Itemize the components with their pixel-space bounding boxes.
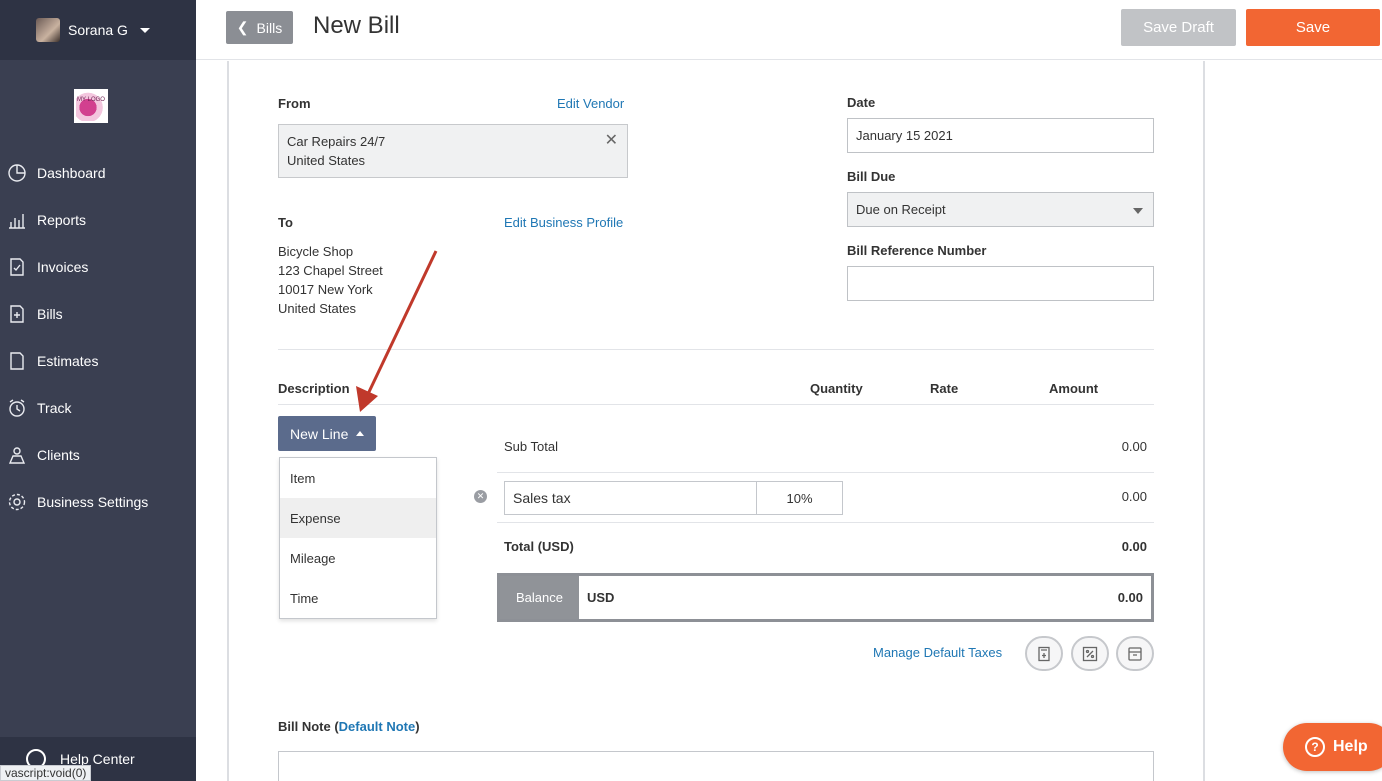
- edit-vendor-link[interactable]: Edit Vendor: [557, 96, 624, 111]
- chevron-down-icon: [139, 27, 150, 33]
- balance-currency: USD: [587, 590, 615, 605]
- dashboard-icon: [7, 163, 27, 183]
- back-to-bills-button[interactable]: ❮ Bills: [226, 11, 293, 44]
- menu-item-expense[interactable]: Expense: [280, 498, 436, 538]
- company-logo: MY LOGO: [74, 89, 108, 123]
- bills-icon: [7, 304, 27, 324]
- estimates-icon: [7, 351, 27, 371]
- menu-item-time[interactable]: Time: [280, 578, 436, 618]
- clients-icon: [7, 445, 27, 465]
- bill-due-select[interactable]: Due on Receipt: [847, 192, 1154, 227]
- browser-status-bar: vascript:void(0): [0, 765, 92, 781]
- balance-label: Balance: [500, 576, 579, 619]
- sidebar-item-dashboard[interactable]: Dashboard: [0, 149, 196, 196]
- column-rate: Rate: [930, 381, 959, 396]
- calculator-icon: [1038, 646, 1050, 661]
- avatar: [36, 18, 60, 42]
- discount-button[interactable]: [1071, 636, 1109, 671]
- sidebar-item-bills[interactable]: Bills: [0, 290, 196, 337]
- percent-icon: [1082, 646, 1098, 661]
- sidebar-item-invoices[interactable]: Invoices: [0, 243, 196, 290]
- chevron-down-icon: [1133, 208, 1143, 214]
- company-logo-image: MY LOGO: [76, 91, 106, 121]
- edit-business-profile-link[interactable]: Edit Business Profile: [504, 215, 623, 230]
- menu-item-mileage[interactable]: Mileage: [280, 538, 436, 578]
- bill-reference-input[interactable]: [847, 266, 1154, 301]
- tax-name-input[interactable]: Sales tax: [504, 481, 757, 515]
- bill-note-label: Bill Note (Default Note): [278, 719, 420, 734]
- sidebar-item-label: Clients: [37, 446, 80, 463]
- tax-value: 0.00: [1121, 489, 1147, 504]
- sidebar-item-label: Reports: [37, 211, 87, 228]
- manage-default-taxes-link[interactable]: Manage Default Taxes: [873, 645, 1002, 660]
- balance-box: Balance USD 0.00: [497, 573, 1154, 622]
- date-field[interactable]: January 15 2021: [847, 118, 1154, 153]
- subtotal-label: Sub Total: [504, 439, 558, 454]
- remove-tax-icon[interactable]: ✕: [474, 490, 487, 503]
- page-title: New Bill: [313, 12, 400, 39]
- new-line-menu: Item Expense Mileage Time: [279, 457, 437, 619]
- to-label: To: [278, 215, 293, 230]
- sidebar-nav: Dashboard Reports Invoices Bills Estimat…: [0, 149, 196, 525]
- shipping-button[interactable]: [1116, 636, 1154, 671]
- help-button[interactable]: ? Help: [1283, 723, 1382, 771]
- track-icon: [7, 398, 27, 418]
- sidebar-item-estimates[interactable]: Estimates: [0, 337, 196, 384]
- column-quantity: Quantity: [810, 381, 863, 396]
- sidebar-item-reports[interactable]: Reports: [0, 196, 196, 243]
- settings-icon: [7, 492, 27, 512]
- default-note-link[interactable]: Default Note: [339, 719, 416, 734]
- column-amount: Amount: [1049, 381, 1099, 396]
- balance-value: 0.00: [1117, 590, 1143, 605]
- sidebar-item-label: Estimates: [37, 352, 99, 369]
- sidebar-item-business-settings[interactable]: Business Settings: [0, 478, 196, 525]
- close-icon[interactable]: ✕: [605, 131, 618, 150]
- annotation-arrow: [356, 250, 438, 412]
- bill-note-input[interactable]: [278, 751, 1154, 781]
- user-menu[interactable]: Sorana G: [0, 0, 196, 60]
- caret-up-icon: [356, 431, 365, 436]
- column-description: Description: [278, 381, 350, 396]
- sidebar: Sorana G MY LOGO Dashboard Reports Invoi…: [0, 0, 196, 781]
- user-name: Sorana G: [68, 22, 128, 38]
- sidebar-item-track[interactable]: Track: [0, 384, 196, 431]
- new-line-button[interactable]: New Line: [278, 416, 376, 451]
- back-button-label: Bills: [256, 19, 283, 36]
- vendor-country: United States: [287, 153, 366, 168]
- vendor-box[interactable]: Car Repairs 24/7 United States ✕: [278, 124, 628, 178]
- save-button[interactable]: Save: [1246, 9, 1380, 46]
- new-line-label: New Line: [290, 425, 349, 442]
- bill-due-value: Due on Receipt: [856, 202, 946, 217]
- page-header: ❮ Bills New Bill Save Draft Save: [196, 0, 1382, 60]
- invoices-icon: [7, 257, 27, 277]
- from-label: From: [278, 96, 311, 111]
- menu-item-item[interactable]: Item: [280, 458, 436, 498]
- sidebar-item-label: Track: [37, 399, 72, 416]
- save-draft-button[interactable]: Save Draft: [1121, 9, 1236, 46]
- sidebar-item-label: Business Settings: [37, 493, 149, 510]
- sidebar-item-label: Bills: [37, 305, 63, 322]
- reports-icon: [7, 210, 27, 230]
- box-icon: [1128, 646, 1142, 661]
- tax-rate-input[interactable]: 10%: [756, 481, 843, 515]
- help-button-label: Help: [1333, 738, 1368, 755]
- bill-due-label: Bill Due: [847, 169, 896, 184]
- totals-divider: [497, 472, 1154, 473]
- question-icon: ?: [1305, 737, 1325, 757]
- totals-divider: [497, 522, 1154, 523]
- total-label: Total (USD): [504, 539, 574, 554]
- sidebar-item-label: Invoices: [37, 258, 89, 275]
- bill-reference-label: Bill Reference Number: [847, 243, 987, 258]
- bill-note-title: Bill Note (: [278, 719, 339, 734]
- chevron-left-icon: ❮: [236, 19, 249, 35]
- total-value: 0.00: [1121, 539, 1147, 554]
- sidebar-item-clients[interactable]: Clients: [0, 431, 196, 478]
- vendor-name: Car Repairs 24/7: [287, 134, 386, 149]
- date-label: Date: [847, 95, 876, 110]
- bill-note-close-paren: ): [415, 719, 420, 734]
- subtotal-value: 0.00: [1121, 439, 1147, 454]
- tax-calculator-button[interactable]: [1025, 636, 1063, 671]
- sidebar-item-label: Dashboard: [37, 164, 106, 181]
